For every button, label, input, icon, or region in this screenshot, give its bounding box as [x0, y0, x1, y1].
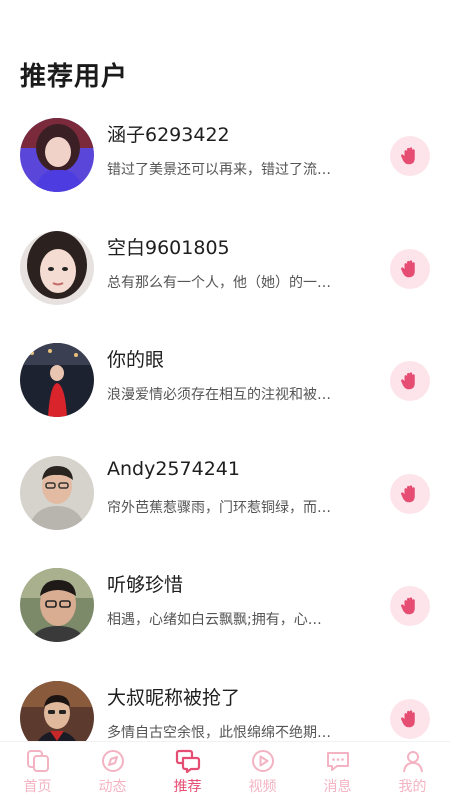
user-name: 你的眼	[107, 349, 165, 371]
tab-messages[interactable]: 消息	[300, 742, 375, 800]
avatar[interactable]	[20, 568, 94, 642]
tab-feed[interactable]: 动态	[75, 742, 150, 800]
wave-hand-button[interactable]	[390, 473, 430, 514]
tab-label: 视频	[248, 779, 277, 795]
avatar[interactable]	[20, 343, 94, 417]
home-icon	[26, 750, 49, 772]
user-name: Andy2574241	[107, 457, 240, 480]
user-name: 听够珍惜	[107, 574, 184, 596]
hand-icon	[401, 597, 415, 615]
avatar[interactable]	[20, 455, 94, 530]
user-name: 涵子6293422	[107, 124, 230, 146]
avatar[interactable]	[20, 230, 94, 305]
wave-hand-button[interactable]	[390, 586, 430, 626]
compass-icon	[101, 750, 124, 772]
page-title: 推荐用户	[20, 62, 129, 92]
play-icon	[251, 750, 274, 772]
bottom-tab-bar: 首页 动态 推荐 视频 消息 我的	[0, 741, 450, 800]
tab-recommend[interactable]: 推荐	[150, 742, 225, 800]
tab-label: 推荐	[173, 779, 202, 795]
user-row[interactable]: Andy2574241 帘外芭蕉惹骤雨，门环惹铜绿，而…	[0, 450, 450, 563]
user-row[interactable]: 听够珍惜 相遇，心绪如白云飘飘;拥有，心…	[0, 562, 450, 675]
recommended-user-list: 涵子6293422 错过了美景还可以再来，错过了流… 空白9601805 总有那…	[0, 112, 450, 787]
user-row[interactable]: 涵子6293422 错过了美景还可以再来，错过了流…	[0, 112, 450, 225]
wave-hand-button[interactable]	[390, 248, 430, 289]
tab-label: 消息	[323, 779, 352, 795]
user-signature: 相遇，心绪如白云飘飘;拥有，心…	[107, 612, 322, 628]
tab-home[interactable]: 首页	[0, 742, 75, 800]
user-signature: 浪漫爱情必须存在相互的注视和被…	[107, 387, 331, 403]
person-icon	[402, 751, 423, 773]
wave-hand-button[interactable]	[390, 136, 430, 176]
wave-hand-button[interactable]	[390, 361, 430, 401]
user-name: 空白9601805	[107, 236, 230, 259]
hand-icon	[401, 709, 415, 727]
hand-icon	[401, 372, 415, 390]
tab-label: 动态	[98, 779, 127, 795]
user-signature: 帘外芭蕉惹骤雨，门环惹铜绿，而…	[107, 499, 331, 516]
user-row[interactable]: 你的眼 浪漫爱情必须存在相互的注视和被…	[0, 337, 450, 450]
tab-label: 首页	[23, 779, 52, 795]
tab-profile[interactable]: 我的	[375, 742, 450, 800]
hand-icon	[401, 259, 415, 277]
user-signature: 多情自古空余恨，此恨绵绵不绝期…	[107, 724, 331, 741]
tab-video[interactable]: 视频	[225, 742, 300, 800]
tab-label: 我的	[398, 779, 427, 795]
user-signature: 总有那么有一个人，他（她）的一…	[107, 274, 331, 291]
message-icon	[326, 752, 349, 771]
chat-bubbles-icon	[175, 749, 200, 774]
user-name: 大叔昵称被抢了	[107, 686, 241, 709]
hand-icon	[401, 484, 415, 502]
hand-icon	[401, 147, 415, 165]
user-signature: 错过了美景还可以再来，错过了流…	[107, 162, 331, 178]
avatar[interactable]	[20, 118, 94, 192]
user-row[interactable]: 空白9601805 总有那么有一个人，他（她）的一…	[0, 225, 450, 338]
wave-hand-button[interactable]	[390, 698, 430, 739]
